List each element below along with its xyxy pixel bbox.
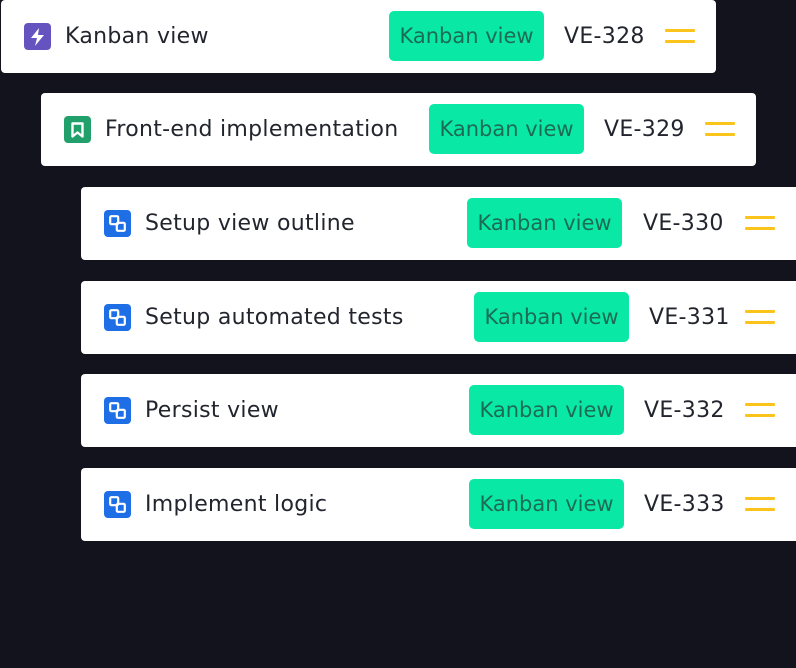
subtask-icon [104, 491, 131, 518]
issue-key: VE-332 [644, 398, 725, 423]
issue-card-epic[interactable]: Kanban view Kanban view VE-328 [1, 0, 716, 73]
subtask-icon [104, 397, 131, 424]
issue-key: VE-330 [643, 211, 724, 236]
bookmark-icon [64, 116, 91, 143]
issue-title: Persist view [145, 398, 279, 423]
epic-label-button[interactable]: Kanban view [469, 479, 624, 529]
drag-handle-icon[interactable] [705, 119, 735, 139]
issue-title: Kanban view [65, 24, 209, 49]
issue-key: VE-329 [604, 117, 685, 142]
drag-handle-icon[interactable] [745, 400, 775, 420]
subtask-icon [104, 210, 131, 237]
lightning-bolt-icon [24, 23, 51, 50]
issue-key: VE-328 [564, 24, 645, 49]
epic-label-button[interactable]: Kanban view [467, 198, 622, 248]
issue-title: Front-end implementation [105, 117, 399, 142]
drag-handle-icon[interactable] [665, 26, 695, 46]
drag-handle-icon[interactable] [745, 307, 775, 327]
issue-title: Setup view outline [145, 211, 355, 236]
drag-handle-icon[interactable] [745, 494, 775, 514]
subtask-icon [104, 304, 131, 331]
epic-label-button[interactable]: Kanban view [469, 385, 624, 435]
epic-label-button[interactable]: Kanban view [474, 292, 629, 342]
issue-card-subtask[interactable]: Setup view outline Kanban view VE-330 [81, 187, 796, 260]
issue-card-subtask[interactable]: Persist view Kanban view VE-332 [81, 374, 796, 447]
drag-handle-icon[interactable] [745, 213, 775, 233]
epic-label-button[interactable]: Kanban view [389, 11, 544, 61]
issue-title: Implement logic [145, 492, 328, 517]
issue-title: Setup automated tests [145, 305, 404, 330]
issue-card-story[interactable]: Front-end implementation Kanban view VE-… [41, 93, 756, 166]
issue-card-subtask[interactable]: Implement logic Kanban view VE-333 [81, 468, 796, 541]
issue-key: VE-333 [644, 492, 725, 517]
issue-key: VE-331 [649, 305, 730, 330]
epic-label-button[interactable]: Kanban view [429, 104, 584, 154]
issue-card-subtask[interactable]: Setup automated tests Kanban view VE-331 [81, 281, 796, 354]
